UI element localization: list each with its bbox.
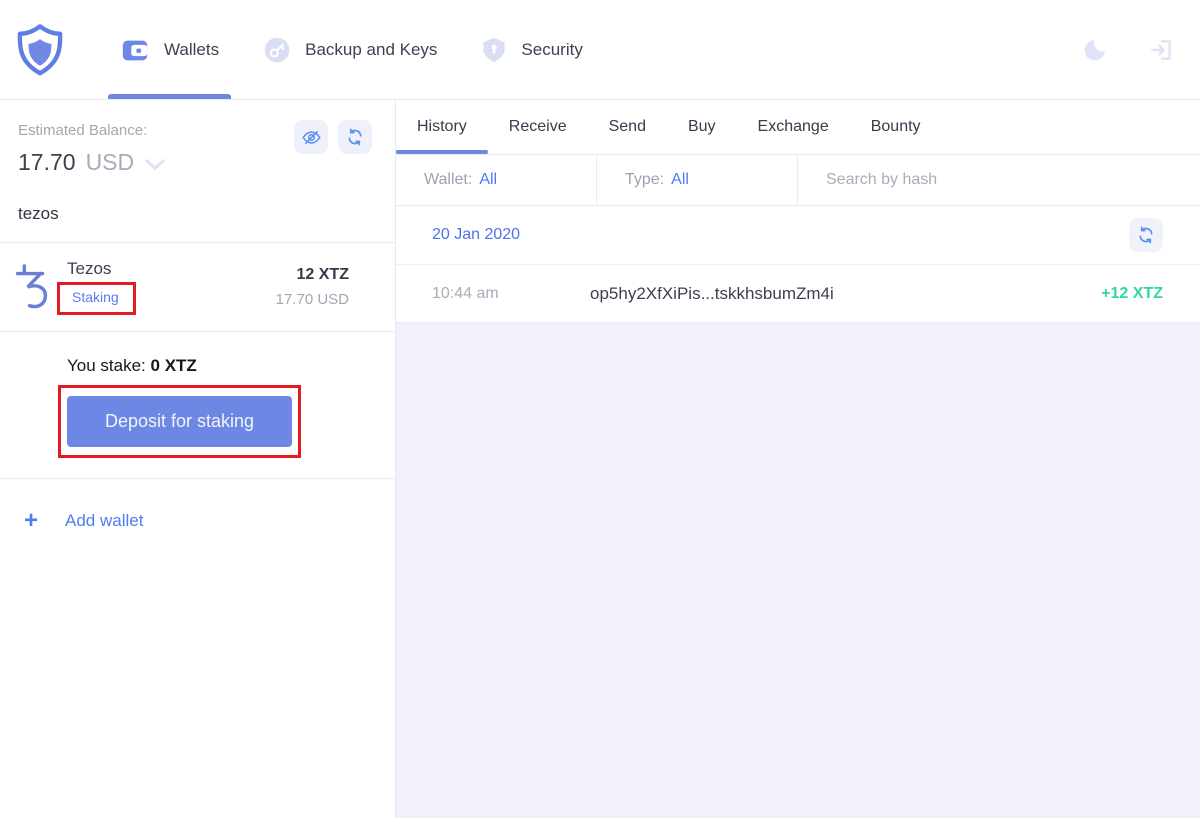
history-empty-area [396,323,1200,818]
wallet-list-item-tezos[interactable]: Tezos Staking 12 XTZ 17.70 USD [0,243,395,332]
balance-amount: 17.70 [18,149,76,175]
wallet-search-section [0,194,395,243]
refresh-history-button[interactable] [1129,218,1163,252]
tab-send[interactable]: Send [588,100,667,154]
type-filter-value: All [671,171,689,188]
wallet-name: Tezos [67,259,112,278]
hide-balance-button[interactable] [294,120,328,154]
active-tab-underline [108,94,232,99]
history-date-header: 20 Jan 2020 [396,206,1200,265]
shield-lock-icon [483,37,505,62]
nav-label-backup-keys: Backup and Keys [305,39,438,59]
history-filter-bar: Wallet: All Type: All [396,155,1200,206]
tab-history[interactable]: History [396,100,488,154]
nav-item-wallets[interactable]: Wallets [108,0,232,99]
transaction-time: 10:44 am [432,284,499,302]
refresh-icon [348,128,362,146]
search-by-hash-input[interactable] [826,171,1163,189]
annotation-box-deposit: Deposit for staking [58,385,301,458]
add-wallet-label: Add wallet [65,511,144,530]
deposit-for-staking-button[interactable]: Deposit for staking [67,396,292,447]
balance-currency[interactable]: USD [86,149,135,176]
transaction-hash: op5hy2XfXiPis...tskkhsbumZm4i [590,283,834,303]
wallet-filter-value: All [479,171,498,188]
nav-label-wallets: Wallets [164,39,220,59]
active-tab-underline [396,150,488,154]
logout-icon[interactable] [1148,37,1174,63]
wallet-crypto-amount: 12 XTZ [296,266,349,283]
refresh-balance-button[interactable] [338,120,372,154]
tab-receive[interactable]: Receive [488,100,588,154]
wallet-icon [122,40,148,60]
tab-exchange[interactable]: Exchange [737,100,850,154]
balance-section: Estimated Balance: 17.70 USD [0,100,395,194]
app-header: Wallets Backup and Keys Security [0,0,1200,100]
transaction-amount: +12 XTZ [1101,284,1163,302]
type-filter-dropdown[interactable]: Type: All [597,155,798,205]
tab-buy[interactable]: Buy [667,100,737,154]
main-panel: History Receive Send Buy Exchange Bounty [396,100,1200,818]
wallet-filter-label: Wallet: [424,171,473,188]
nav-item-backup-keys[interactable]: Backup and Keys [251,0,449,99]
wallet-fiat-amount: 17.70 USD [275,291,349,308]
transaction-date: 20 Jan 2020 [432,226,521,243]
type-filter-label: Type: [625,171,665,188]
refresh-icon [1139,226,1153,244]
wallet-sidebar: Estimated Balance: 17.70 USD tezos Tezos… [0,100,396,818]
header-actions [1082,37,1174,63]
tab-bounty[interactable]: Bounty [850,100,942,154]
staking-section: You stake: 0 XTZ Deposit for staking [0,332,395,479]
plus-icon: + [24,507,39,534]
dark-mode-moon-icon[interactable] [1082,37,1108,63]
app-logo-shield-icon [12,20,68,80]
you-stake-label: You stake: [67,356,146,375]
nav-label-security: Security [521,39,583,59]
add-wallet-button[interactable]: + Add wallet [0,479,395,534]
main-nav: Wallets Backup and Keys Security [108,0,615,99]
annotation-box-staking: Staking [57,282,136,315]
chevron-down-icon[interactable] [144,158,166,171]
key-icon [264,37,290,62]
content-area: Estimated Balance: 17.70 USD tezos Tezos… [0,100,1200,818]
staking-link[interactable]: Staking [72,289,119,305]
wallet-filter-dropdown[interactable]: Wallet: All [396,155,597,205]
transaction-row[interactable]: 10:44 am op5hy2XfXiPis...tskkhsbumZm4i +… [396,265,1200,323]
wallet-search-input[interactable] [18,204,377,224]
you-stake-value: 0 XTZ [150,356,197,375]
main-tabs: History Receive Send Buy Exchange Bounty [396,100,1200,155]
tezos-logo-icon [15,264,48,309]
eye-off-icon [301,130,321,144]
nav-item-security[interactable]: Security [469,0,594,99]
